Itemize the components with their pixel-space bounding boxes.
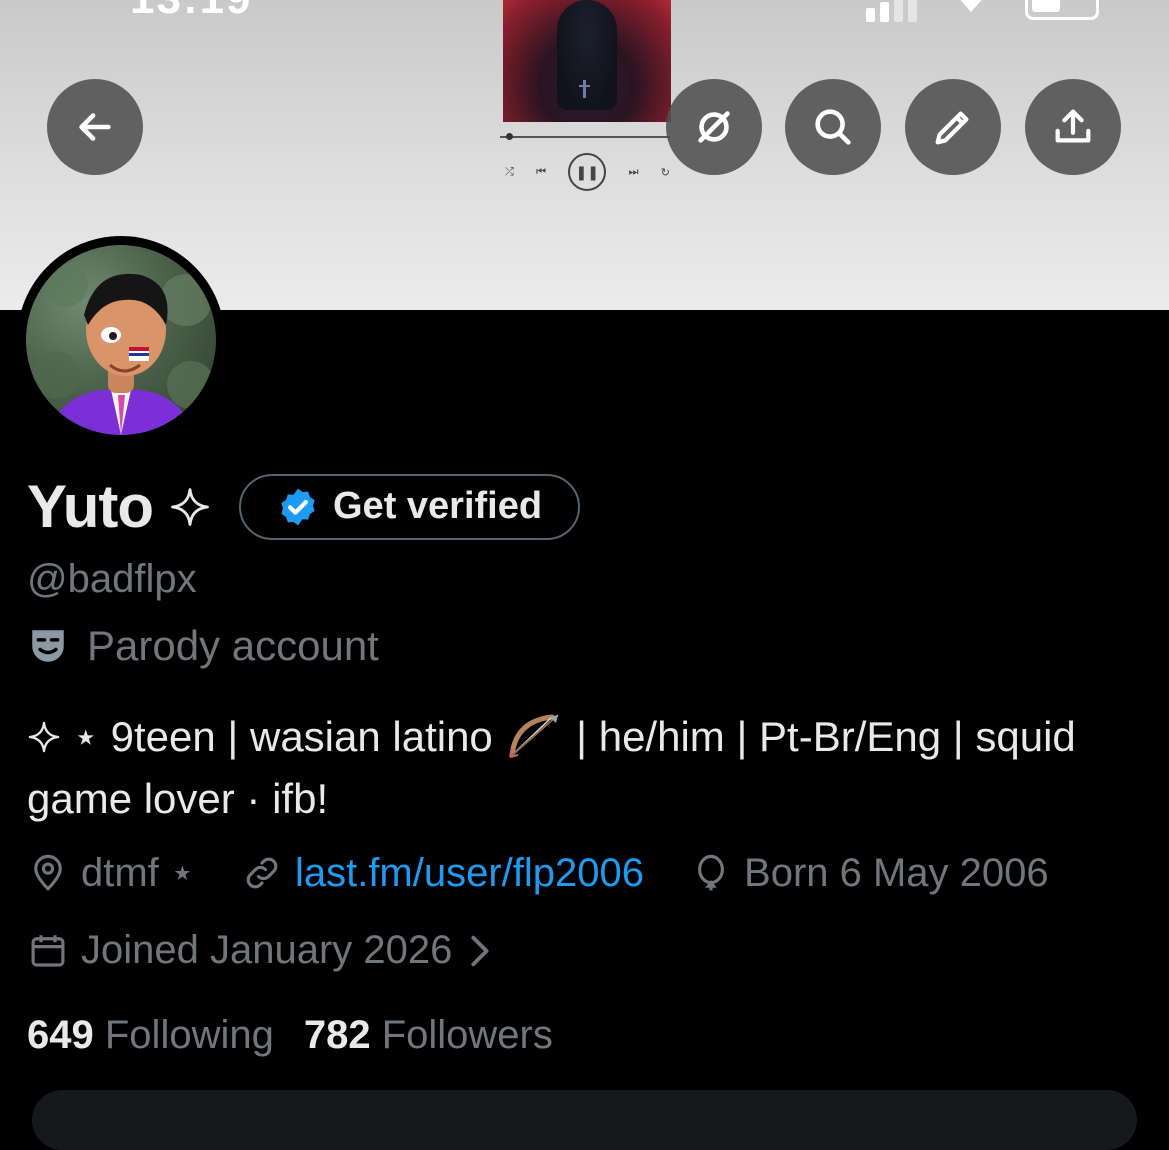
album-art [503, 0, 671, 122]
album-figure [557, 0, 617, 110]
bow-and-arrow-emoji-icon [509, 714, 560, 758]
profile-meta-row: dtmf ⋆ last.fm/user/flp2006 Born 6 May 2… [27, 850, 1095, 896]
chevron-right-icon [471, 935, 489, 966]
bio-text-1b: | he/him | Pt-Br/Eng | squid [576, 713, 1076, 760]
bottom-card[interactable] [32, 1090, 1137, 1150]
get-verified-label: Get verified [333, 485, 543, 527]
edit-button[interactable] [905, 79, 1001, 175]
get-verified-button[interactable]: Get verified [239, 473, 581, 540]
following-label: Following [104, 1013, 274, 1057]
share-icon [1055, 109, 1091, 143]
shuffle-icon: ⤮ [505, 165, 514, 178]
next-icon: ⏭ [628, 165, 639, 178]
wifi-icon [960, 0, 982, 12]
search-button[interactable] [785, 79, 881, 175]
following-stat[interactable]: 649 Following [27, 1013, 274, 1058]
birthday-item: Born 6 May 2006 [690, 851, 1049, 896]
birthday-text: Born 6 May 2006 [744, 850, 1049, 895]
pencil-icon [935, 111, 969, 145]
followers-count: 782 [303, 1013, 371, 1057]
signal-icon [866, 0, 917, 22]
link-icon [246, 857, 278, 889]
website-item[interactable]: last.fm/user/flp2006 [241, 851, 644, 896]
avatar[interactable] [17, 236, 225, 444]
grok-icon [698, 111, 730, 143]
parody-label-row: Parody account [27, 622, 379, 670]
joined-text: Joined January 2026 [81, 928, 453, 972]
sparkle-icon [28, 721, 60, 753]
status-icons [866, 0, 1099, 22]
website-link[interactable]: last.fm/user/flp2006 [295, 851, 644, 896]
followers-stat[interactable]: 782 Followers [304, 1013, 553, 1058]
balloon-icon [698, 854, 724, 891]
theater-mask-icon [32, 630, 64, 662]
avatar-illustration [32, 263, 215, 435]
bio-text-1a: ⋆ 9teen | wasian latino [72, 713, 493, 760]
location-text: dtmf ⋆ [81, 851, 195, 895]
follow-stats: 649 Following 782 Followers [27, 1013, 583, 1058]
bio-line-2: game lover · ifb! [27, 775, 329, 822]
pause-icon: ❚❚ [568, 153, 607, 191]
calendar-icon [31, 934, 65, 967]
sparkle-icon [171, 487, 209, 526]
following-count: 649 [27, 1013, 94, 1057]
name-row: Yuto Get verified [27, 472, 581, 541]
share-button[interactable] [1025, 79, 1121, 175]
followers-label: Followers [381, 1013, 553, 1057]
bio-line-1: ⋆ 9teen | wasian latino | he/him | Pt-Br… [27, 706, 1147, 768]
user-handle: @badflpx [27, 557, 197, 601]
back-arrow-icon [79, 113, 111, 141]
location-pin-icon [34, 854, 62, 891]
previous-icon: ⏮ [536, 165, 546, 178]
grok-button[interactable] [666, 79, 762, 175]
joined-row[interactable]: Joined January 2026 [27, 928, 494, 973]
search-icon [815, 109, 851, 145]
back-button[interactable] [47, 79, 143, 175]
repeat-icon: ↻ [660, 166, 670, 179]
status-time: 13:19 [130, 0, 253, 24]
player-controls: ⤮ ⏮ ❚❚ ⏭ ↻ [505, 152, 670, 192]
battery-icon [1025, 0, 1099, 20]
profile-bio: ⋆ 9teen | wasian latino | he/him | Pt-Br… [27, 706, 1147, 830]
playback-progress-bar [500, 133, 670, 140]
display-name: Yuto [27, 473, 154, 540]
avatar-image [26, 245, 216, 435]
album-cross [579, 80, 590, 98]
parody-label: Parody account [87, 622, 379, 669]
verified-badge-icon [281, 488, 315, 525]
location-item: dtmf ⋆ [27, 850, 195, 896]
